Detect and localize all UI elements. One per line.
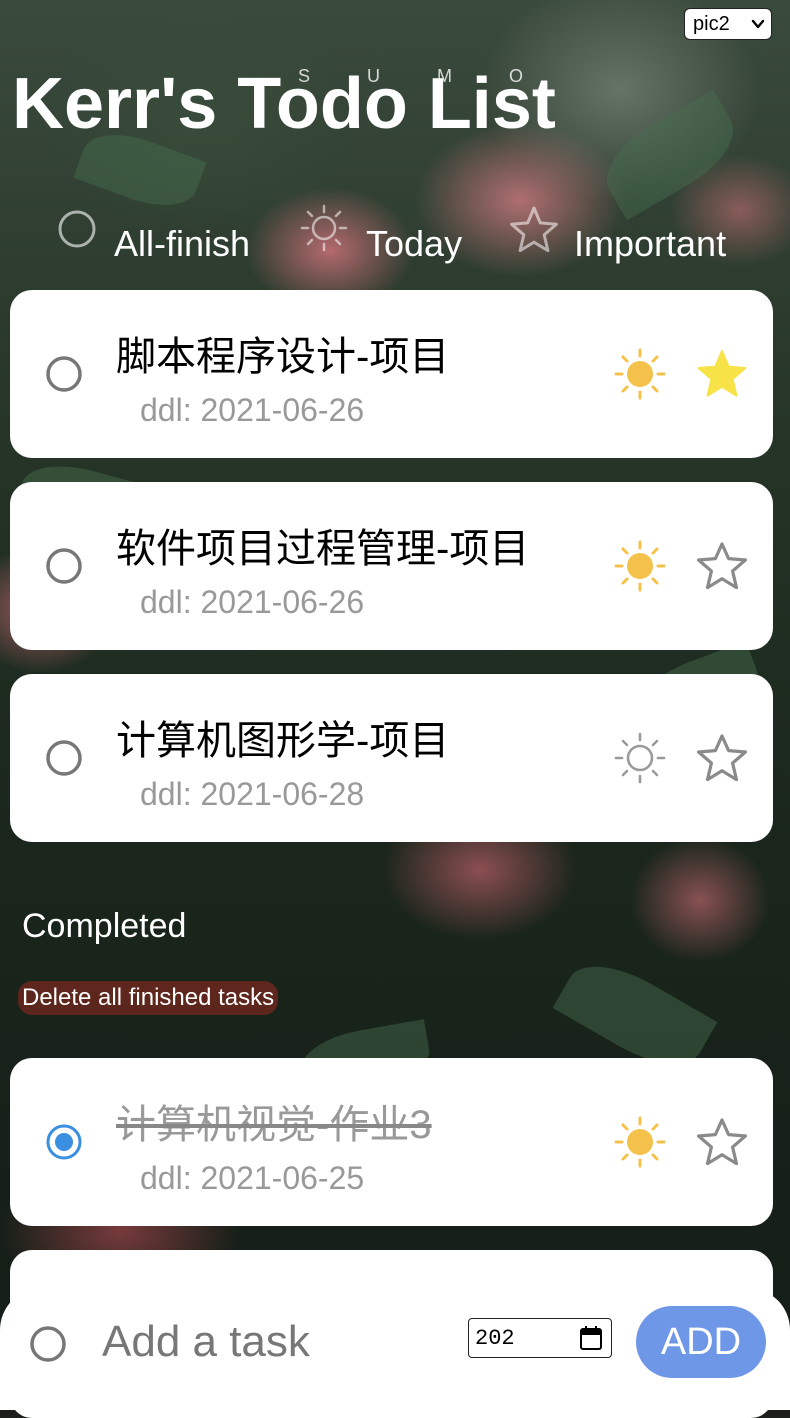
- page-title: Kerr's Todo List: [12, 64, 556, 144]
- delete-finished-button[interactable]: Delete all finished tasks: [18, 981, 279, 1015]
- star-icon[interactable]: [695, 348, 749, 402]
- star-icon[interactable]: [695, 540, 749, 594]
- task-ddl: ddl: 2021-06-28: [140, 776, 365, 812]
- background-select[interactable]: pic2: [684, 8, 772, 40]
- sun-icon[interactable]: [300, 204, 348, 252]
- completed-section-title: Completed: [22, 907, 187, 945]
- add-task-input[interactable]: [102, 1312, 442, 1372]
- sun-icon[interactable]: [614, 732, 666, 784]
- task-complete-radio[interactable]: [44, 354, 84, 394]
- add-button[interactable]: ADD: [636, 1306, 766, 1378]
- add-task-radio: [30, 1326, 66, 1362]
- task-ddl: ddl: 2021-06-26: [140, 584, 365, 620]
- filter-today[interactable]: Today: [366, 224, 462, 264]
- date-value: 202: [475, 1325, 515, 1351]
- add-task-bar: 202 ADD: [0, 1288, 790, 1410]
- chevron-down-icon: [751, 19, 765, 29]
- task-complete-radio-checked[interactable]: [44, 1122, 84, 1162]
- star-icon[interactable]: [508, 204, 560, 256]
- filter-important[interactable]: Important: [574, 224, 726, 264]
- calendar-icon[interactable]: [579, 1325, 603, 1351]
- task-complete-radio[interactable]: [44, 546, 84, 586]
- sun-icon[interactable]: [614, 1116, 666, 1168]
- task-name: 计算机视觉-作业3: [116, 1103, 432, 1147]
- completed-task-card: 计算机视觉-作业3 ddl: 2021-06-25: [10, 1058, 773, 1226]
- task-name: 软件项目过程管理-项目: [116, 527, 530, 571]
- task-card: 软件项目过程管理-项目 ddl: 2021-06-26: [10, 482, 773, 650]
- ddl-date-input[interactable]: 202: [468, 1318, 612, 1358]
- star-icon[interactable]: [695, 732, 749, 786]
- task-card: 脚本程序设计-项目 ddl: 2021-06-26: [10, 290, 773, 458]
- task-card: 计算机图形学-项目 ddl: 2021-06-28: [10, 674, 773, 842]
- task-name: 计算机图形学-项目: [116, 719, 450, 763]
- task-complete-radio[interactable]: [44, 738, 84, 778]
- filter-bar: All-finish Today Important: [0, 200, 790, 280]
- background-select-value: pic2: [693, 12, 730, 35]
- task-ddl: ddl: 2021-06-26: [140, 392, 365, 428]
- circle-icon[interactable]: [56, 208, 98, 250]
- task-name: 脚本程序设计-项目: [116, 335, 450, 379]
- task-ddl: ddl: 2021-06-25: [140, 1160, 365, 1196]
- sun-icon[interactable]: [614, 348, 666, 400]
- filter-all-finish[interactable]: All-finish: [114, 224, 250, 264]
- star-icon[interactable]: [695, 1116, 749, 1170]
- sun-icon[interactable]: [614, 540, 666, 592]
